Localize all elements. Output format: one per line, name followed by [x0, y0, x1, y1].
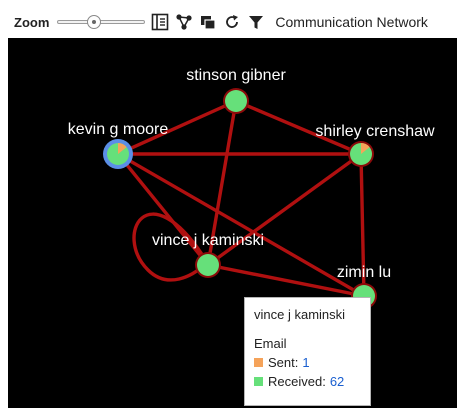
- legend-panel-icon[interactable]: [151, 13, 169, 31]
- node-label-kevin: kevin g moore: [68, 121, 169, 138]
- node-received-slice[interactable]: [225, 90, 247, 112]
- zoom-slider-thumb[interactable]: [86, 15, 101, 29]
- app-frame: Zoom Communication Network stinson gibne…: [0, 0, 465, 416]
- tooltip-received-value: 62: [329, 374, 345, 389]
- tooltip-received-label: Received:: [268, 374, 326, 389]
- tooltip-sent-label: Sent:: [268, 355, 299, 370]
- node-label-stinson: stinson gibner: [186, 67, 286, 84]
- network-title: Communication Network: [275, 14, 428, 30]
- tooltip-sent-value: 1: [302, 355, 310, 370]
- refresh-icon[interactable]: [223, 13, 241, 31]
- zoom-label: Zoom: [14, 14, 50, 30]
- node-tooltip: vince j kaminski Email Sent: 1 Received:…: [244, 297, 371, 406]
- tooltip-section-title: Email: [254, 336, 287, 351]
- tooltip-node-name: vince j kaminski: [254, 307, 346, 322]
- tooltip-received-row: Received: 62: [254, 374, 361, 389]
- received-swatch: [254, 377, 263, 386]
- copy-windows-icon[interactable]: [199, 13, 217, 31]
- node-label-vince: vince j kaminski: [152, 232, 264, 249]
- network-graph[interactable]: stinson gibner kevin g moore shirley crens…: [8, 38, 457, 408]
- filter-icon[interactable]: [247, 13, 265, 31]
- node-label-zimin: zimin lu: [337, 264, 391, 281]
- tooltip-sent-row: Sent: 1: [254, 355, 361, 370]
- node-received-slice[interactable]: [197, 254, 219, 276]
- node-label-shirley: shirley crenshaw: [315, 123, 435, 140]
- node-shirley[interactable]: shirley crenshaw: [315, 123, 435, 167]
- node-stinson[interactable]: stinson gibner: [186, 67, 286, 114]
- network-layout-icon[interactable]: [175, 13, 193, 31]
- node-kevin[interactable]: kevin g moore: [68, 121, 169, 169]
- zoom-slider-track[interactable]: [57, 20, 146, 24]
- network-canvas[interactable]: stinson gibner kevin g moore shirley crens…: [8, 38, 457, 408]
- toolbar: Zoom Communication Network: [8, 8, 457, 36]
- sent-swatch: [254, 358, 263, 367]
- zoom-slider[interactable]: [57, 15, 146, 29]
